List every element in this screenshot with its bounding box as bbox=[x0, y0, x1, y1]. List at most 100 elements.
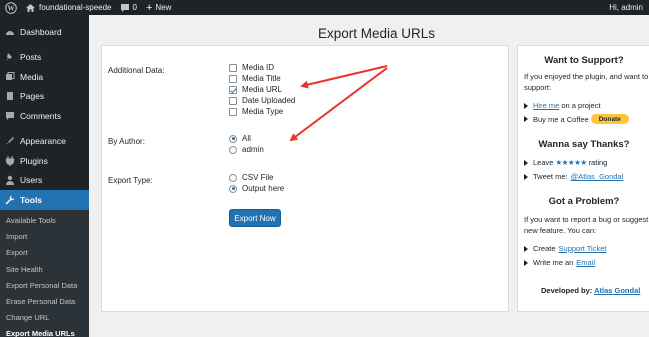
new-label: New bbox=[155, 3, 172, 12]
rating-stars-link[interactable]: ★★★★★ bbox=[555, 158, 587, 167]
svg-text:W: W bbox=[8, 4, 15, 12]
submenu-item-export[interactable]: Export bbox=[0, 245, 89, 261]
sidebar-item-comments[interactable]: Comments bbox=[0, 106, 89, 126]
email-link[interactable]: Email bbox=[576, 258, 595, 267]
csv-file-option[interactable]: CSV File bbox=[229, 172, 274, 183]
support-title: Want to Support? bbox=[544, 55, 624, 66]
media-url-option[interactable]: Media URL bbox=[229, 84, 282, 95]
site-name-link[interactable]: foundational-speede bbox=[26, 3, 112, 12]
support-ticket-link[interactable]: Support Ticket bbox=[559, 244, 607, 253]
admin-sidebar: Dashboard Posts Media Pages Comments App… bbox=[0, 15, 89, 337]
pin-icon bbox=[5, 52, 15, 62]
page-title: Export Media URLs bbox=[318, 26, 436, 41]
export-form-panel: Additional Data: Media ID Media Title Me… bbox=[101, 45, 509, 312]
developer-link[interactable]: Atlas Gondal bbox=[594, 286, 640, 295]
admin-bar: W foundational-speede 0 + New Hi, admin bbox=[0, 0, 649, 15]
sidebar-item-label: Comments bbox=[20, 110, 62, 121]
option-label: Media ID bbox=[242, 63, 275, 72]
submenu-item-import[interactable]: Import bbox=[0, 229, 89, 245]
sidebar-item-posts[interactable]: Posts bbox=[0, 48, 89, 68]
bullet-triangle-icon bbox=[524, 102, 528, 109]
media-type-checkbox[interactable] bbox=[229, 107, 237, 116]
hire-link[interactable]: Hire me bbox=[533, 101, 559, 110]
sidebar-item-label: Dashboard bbox=[20, 26, 62, 37]
option-label: Media Title bbox=[242, 74, 281, 83]
author-all-option[interactable]: All bbox=[229, 133, 251, 144]
media-type-option[interactable]: Media Type bbox=[229, 106, 283, 117]
donate-button[interactable]: Donate bbox=[590, 114, 629, 124]
date-uploaded-checkbox[interactable] bbox=[229, 96, 237, 105]
media-url-checkbox[interactable] bbox=[229, 85, 237, 94]
comment-icon bbox=[5, 111, 15, 121]
plus-icon: + bbox=[145, 1, 153, 14]
submenu-item-available-tools[interactable]: Available Tools bbox=[0, 213, 89, 229]
csv-file-radio[interactable] bbox=[229, 173, 237, 182]
sidebar-item-appearance[interactable]: Appearance bbox=[0, 132, 89, 152]
author-all-radio[interactable] bbox=[229, 134, 237, 143]
leave-text: Leave bbox=[533, 158, 554, 167]
option-label: Output here bbox=[242, 184, 285, 193]
developed-by: Developed by: Atlas Gondal bbox=[541, 286, 640, 295]
problem-text-2: new feature. You can: bbox=[524, 226, 597, 235]
media-icon bbox=[5, 71, 15, 82]
sidebar-item-users[interactable]: Users bbox=[0, 171, 89, 191]
sidebar-item-label: Plugins bbox=[20, 155, 48, 166]
media-title-checkbox[interactable] bbox=[229, 74, 237, 83]
comment-icon bbox=[120, 3, 129, 12]
tweet-item: Tweet me: @Atlas_Gondal bbox=[524, 172, 623, 181]
output-here-radio[interactable] bbox=[229, 184, 237, 193]
sidebar-item-media[interactable]: Media bbox=[0, 67, 89, 87]
media-id-checkbox[interactable] bbox=[229, 63, 237, 72]
tweet-text: Tweet me: bbox=[533, 172, 568, 181]
hire-rest-text: on a project bbox=[559, 101, 601, 110]
twitter-handle-link[interactable]: @Atlas_Gondal bbox=[571, 172, 624, 181]
export-now-button[interactable]: Export Now bbox=[229, 209, 281, 227]
bullet-triangle-icon bbox=[524, 259, 528, 266]
coffee-text: Buy me a Coffee bbox=[533, 114, 589, 124]
bullet-triangle-icon bbox=[524, 245, 528, 252]
submenu-item-erase-personal-data[interactable]: Erase Personal Data bbox=[0, 293, 89, 309]
sidebar-item-label: Media bbox=[20, 71, 44, 82]
problem-text-1: If you want to report a bug or suggest a bbox=[524, 215, 649, 224]
sidebar-item-label: Tools bbox=[20, 194, 43, 205]
date-uploaded-option[interactable]: Date Uploaded bbox=[229, 95, 295, 106]
support-text-2: support: bbox=[524, 83, 552, 92]
home-icon bbox=[26, 3, 35, 12]
submenu-item-site-health[interactable]: Site Health bbox=[0, 261, 89, 277]
sidebar-item-label: Appearance bbox=[20, 136, 66, 147]
new-content-link[interactable]: + New bbox=[145, 1, 172, 14]
site-name: foundational-speede bbox=[39, 3, 112, 12]
bullet-triangle-icon bbox=[524, 159, 528, 166]
option-label: CSV File bbox=[242, 173, 274, 182]
wordpress-logo-icon[interactable]: W bbox=[4, 1, 18, 15]
author-admin-option[interactable]: admin bbox=[229, 144, 264, 155]
hire-item: Hire me on a project bbox=[524, 101, 601, 110]
sidebar-item-tools[interactable]: Tools bbox=[0, 190, 89, 210]
comments-count: 0 bbox=[132, 3, 137, 12]
additional-data-label: Additional Data: bbox=[108, 66, 165, 75]
media-id-option[interactable]: Media ID bbox=[229, 62, 274, 73]
submenu-item-export-personal-data[interactable]: Export Personal Data bbox=[0, 277, 89, 293]
plugin-icon bbox=[5, 155, 15, 166]
media-title-option[interactable]: Media Title bbox=[229, 73, 281, 84]
option-label: All bbox=[242, 134, 251, 143]
option-label: Date Uploaded bbox=[242, 96, 296, 105]
problem-title: Got a Problem? bbox=[548, 196, 620, 207]
option-label: Media URL bbox=[242, 85, 283, 94]
author-admin-radio[interactable] bbox=[229, 145, 237, 154]
email-item: Write me an Email bbox=[524, 258, 595, 267]
submenu-item-export-media-urls[interactable]: Export Media URLs bbox=[0, 326, 89, 337]
wrench-icon bbox=[5, 195, 15, 205]
pages-icon bbox=[5, 91, 15, 101]
output-here-option[interactable]: Output here bbox=[229, 183, 284, 194]
sidebar-item-label: Posts bbox=[20, 52, 42, 63]
sidebar-item-pages[interactable]: Pages bbox=[0, 87, 89, 107]
sidebar-item-plugins[interactable]: Plugins bbox=[0, 151, 89, 171]
comments-link[interactable]: 0 bbox=[120, 3, 137, 12]
submenu-item-change-url[interactable]: Change URL bbox=[0, 310, 89, 326]
create-text: Create bbox=[533, 244, 556, 253]
sidebar-item-dashboard[interactable]: Dashboard bbox=[0, 22, 89, 42]
ticket-item: Create Support Ticket bbox=[524, 244, 606, 253]
option-label: Media Type bbox=[242, 107, 284, 116]
account-greeting[interactable]: Hi, admin bbox=[609, 3, 643, 12]
